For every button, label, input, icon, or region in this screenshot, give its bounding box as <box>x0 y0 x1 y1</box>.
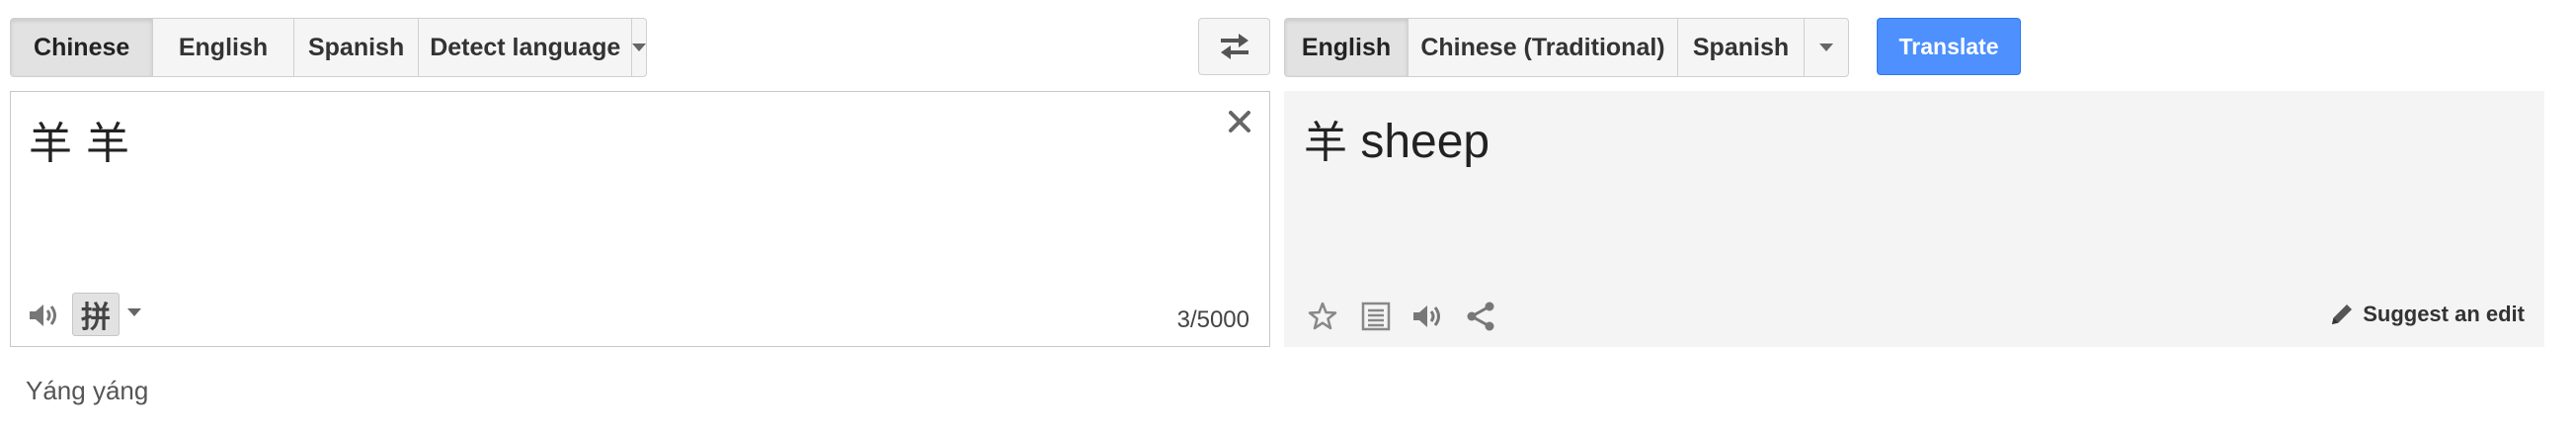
source-lang-english[interactable]: English <box>153 19 294 76</box>
target-lang-more-dropdown[interactable] <box>1805 19 1848 76</box>
source-lang-more-dropdown[interactable] <box>632 19 646 76</box>
input-method-toggle[interactable]: 拼 <box>72 293 120 336</box>
translation-result: 羊 sheep <box>1304 107 1489 170</box>
close-icon <box>1229 111 1250 132</box>
target-language-bar: English Chinese (Traditional) Spanish <box>1284 18 1849 77</box>
chevron-down-icon <box>632 43 646 51</box>
share-translation-button[interactable] <box>1464 300 1497 333</box>
target-lang-english[interactable]: English <box>1285 19 1409 76</box>
speaker-icon <box>1413 305 1440 327</box>
translate-button[interactable]: Translate <box>1877 18 2021 75</box>
star-icon <box>1308 302 1337 330</box>
swap-languages-button[interactable] <box>1198 18 1270 75</box>
input-method-dropdown[interactable] <box>127 308 141 316</box>
source-lang-spanish[interactable]: Spanish <box>294 19 420 76</box>
clear-source-button[interactable] <box>1226 108 1253 135</box>
source-language-bar: Chinese English Spanish Detect language <box>10 18 647 77</box>
source-lang-detect[interactable]: Detect language <box>419 19 632 76</box>
suggest-edit-label: Suggest an edit <box>2363 302 2525 326</box>
listen-translation-button[interactable] <box>1410 300 1444 333</box>
source-text-area[interactable]: 羊 羊 拼 3/5000 <box>10 91 1270 347</box>
source-romanization: Yáng yáng <box>26 376 149 405</box>
source-lang-chinese[interactable]: Chinese <box>11 19 154 76</box>
result-character: 羊 <box>1304 118 1347 168</box>
list-icon <box>1361 302 1391 331</box>
chevron-down-icon <box>1819 43 1833 51</box>
star-translation-button[interactable] <box>1306 300 1339 333</box>
character-count: 3/5000 <box>1176 306 1249 333</box>
pencil-icon <box>2332 304 2353 324</box>
result-text: sheep <box>1360 116 1490 168</box>
swap-arrows-icon <box>1220 34 1248 59</box>
target-lang-chinese-traditional[interactable]: Chinese (Traditional) <box>1409 19 1678 76</box>
target-lang-spanish[interactable]: Spanish <box>1678 19 1805 76</box>
source-text[interactable]: 羊 羊 <box>29 108 129 171</box>
listen-source-button[interactable] <box>27 299 60 332</box>
suggest-edit-button[interactable]: Suggest an edit <box>2329 302 2525 327</box>
speaker-icon <box>30 304 56 326</box>
dictionary-button[interactable] <box>1359 300 1393 333</box>
translation-result-area: 羊 sheep Suggest an edit <box>1284 91 2544 347</box>
chevron-down-icon <box>127 308 141 316</box>
share-icon <box>1467 302 1494 331</box>
